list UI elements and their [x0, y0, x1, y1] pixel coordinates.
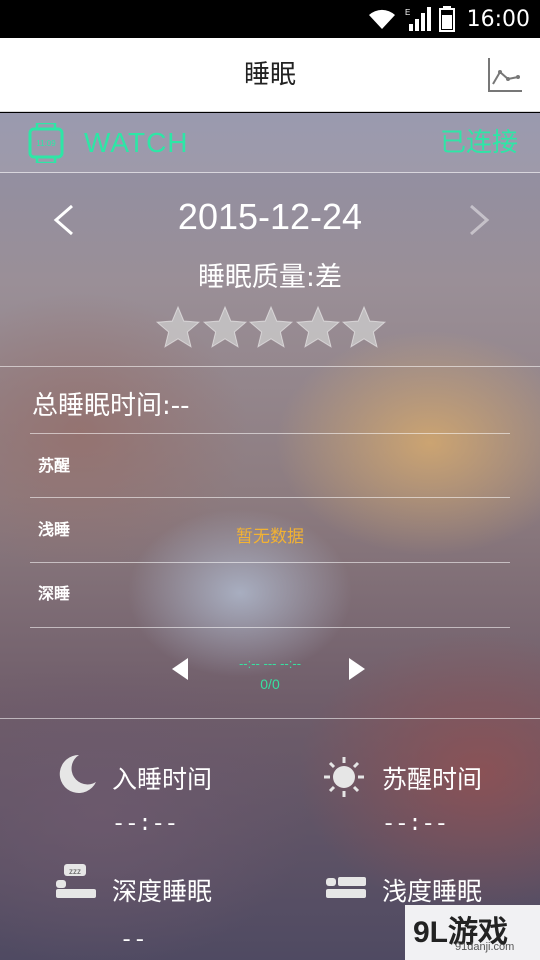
star-icon: [202, 305, 247, 348]
divider: [0, 718, 540, 719]
light-sleep-label: 浅度睡眠: [382, 877, 483, 906]
fall-asleep-label: 入睡时间: [112, 765, 213, 794]
moon-icon: [59, 754, 96, 793]
device-status-row[interactable]: 11:09 WATCH 已连接: [0, 113, 540, 173]
stage-deep-label: 深睡: [38, 584, 71, 603]
page-title: 睡眠: [243, 60, 296, 90]
deep-sleep-icon: zzz: [56, 864, 96, 898]
next-day-button[interactable]: [465, 200, 495, 240]
chart-gridline: [30, 433, 510, 434]
star-icon: [295, 305, 340, 348]
trend-chart-icon[interactable]: [486, 56, 524, 94]
wifi-icon: [368, 9, 395, 29]
current-date: 2015-12-24: [177, 196, 363, 237]
quality-stars: [156, 305, 386, 351]
chart-gridline: [30, 562, 510, 563]
wake-up-value: --:--: [382, 812, 449, 837]
chart-gridline: [30, 627, 510, 628]
chart-gridline: [30, 497, 510, 498]
light-sleep-icon: [326, 877, 366, 898]
battery-icon: [438, 6, 455, 32]
stage-awake-label: 苏醒: [38, 456, 71, 475]
star-icon: [156, 305, 200, 348]
svg-text:11:09: 11:09: [36, 139, 56, 148]
divider: [0, 366, 540, 367]
sleep-quality: 睡眠质量:差: [197, 262, 343, 293]
svg-text:E: E: [405, 8, 410, 17]
star-icon: [249, 305, 293, 348]
star-icon: [342, 305, 386, 348]
record-count: 0/0: [260, 676, 280, 692]
site-watermark: 9L游戏 91danji.com: [405, 905, 540, 960]
fall-asleep-value: --:--: [112, 812, 179, 837]
total-sleep-time: 总睡眠时间:--: [32, 391, 190, 421]
connection-status: 已连接: [439, 128, 518, 158]
deep-sleep-value: --: [120, 928, 147, 953]
record-time-range: --:-- --- --:--: [238, 656, 302, 671]
watch-icon: 11:09: [28, 123, 64, 163]
svg-text:zzz: zzz: [69, 867, 81, 876]
signal-icon: E: [405, 7, 431, 31]
watermark-site: 91danji.com: [455, 941, 515, 953]
status-time: 16:00: [466, 6, 530, 32]
title-bar: 睡眠: [0, 38, 540, 112]
device-name: WATCH: [84, 127, 189, 158]
next-record-button[interactable]: [347, 657, 367, 681]
no-data-message: 暂无数据: [236, 527, 304, 547]
status-bar: E 16:00: [0, 0, 540, 38]
wake-up-label: 苏醒时间: [382, 765, 483, 794]
deep-sleep-label: 深度睡眠: [112, 877, 213, 906]
sun-icon: [324, 757, 364, 797]
